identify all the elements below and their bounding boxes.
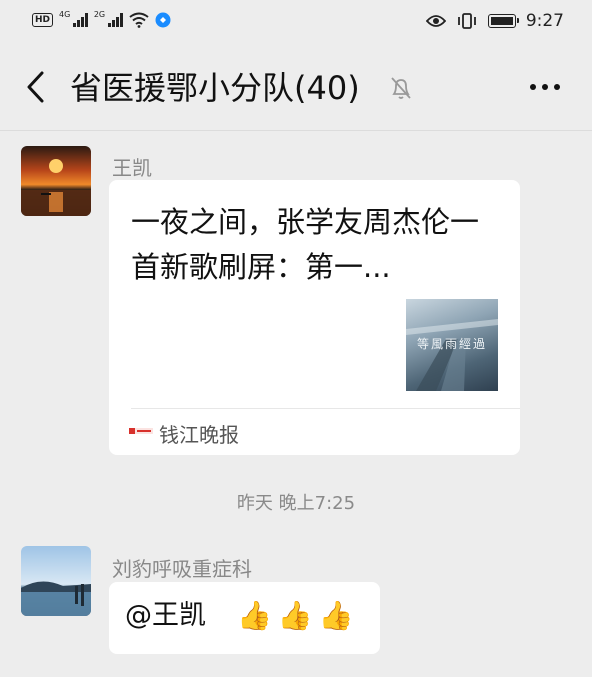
article-thumbnail: 等風雨經過 [406, 299, 498, 391]
emoji-group: 👍 👍 👍 [237, 600, 354, 632]
app-notification-icon [155, 12, 171, 28]
card-divider [131, 408, 520, 409]
clock: 9:27 [525, 11, 564, 31]
chat-title[interactable]: 省医援鄂小分队(40) [70, 68, 360, 108]
wifi-icon [128, 12, 149, 28]
time-separator: 昨天 晚上7:25 [236, 493, 356, 514]
eye-comfort-icon [425, 15, 446, 27]
avatar-liubao[interactable] [21, 546, 91, 616]
article-title: 一夜之间，张学友周杰伦一首新歌刷屏：第一... [131, 205, 480, 284]
signal-icon [73, 13, 88, 27]
sender-name: 王凯 [112, 156, 152, 180]
status-left: HD 4G 2G [32, 9, 171, 28]
article-card[interactable]: 一夜之间，张学友周杰伦一首新歌刷屏：第一... 等風雨經過 钱江晚报 [109, 180, 520, 455]
vibrate-icon [457, 13, 476, 29]
title-bar: 省医援鄂小分队(40) [0, 44, 592, 131]
thumbs-up-icon: 👍 [277, 599, 313, 632]
text-message-bubble[interactable]: @王凯 👍 👍 👍 [109, 582, 380, 654]
back-arrow-icon[interactable] [22, 68, 52, 106]
thumbs-up-icon: 👍 [318, 599, 354, 632]
network-type-1: 4G [59, 9, 71, 19]
mute-bell-icon [391, 77, 411, 99]
battery-icon [487, 14, 519, 28]
message-text: @王凯 [125, 600, 206, 631]
status-bar: HD 4G 2G 9:27 [0, 0, 592, 44]
sunset-avatar-image [21, 146, 91, 216]
avatar-wangkai[interactable] [21, 146, 91, 216]
source-logo-icon [129, 426, 153, 436]
thumbnail-caption: 等風雨經過 [416, 337, 487, 351]
network-type-2: 2G [93, 9, 106, 19]
landscape-avatar-image [21, 546, 91, 616]
signal-icon [108, 13, 123, 27]
status-right: 9:27 [425, 11, 564, 31]
sender-name: 刘豹呼吸重症科 [112, 557, 252, 581]
hd-badge: HD [32, 13, 54, 27]
thumbs-up-icon: 👍 [237, 599, 272, 632]
source-name: 钱江晚报 [159, 423, 239, 447]
more-icon[interactable] [528, 81, 562, 93]
